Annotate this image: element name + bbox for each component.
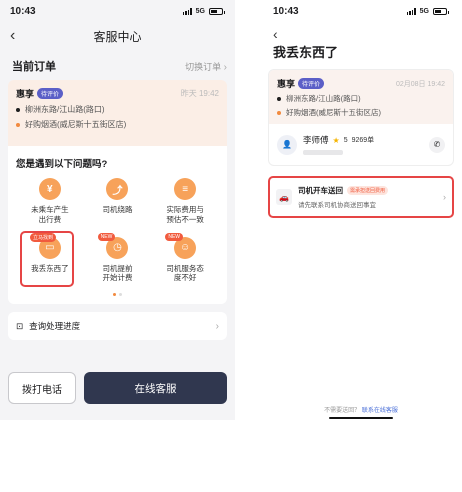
lost-item-screen: 10:43 5G ‹ 我丢东西了 惠享 待评价 02月08日 19:42 柳洲东… xyxy=(263,0,459,420)
phone-icon[interactable]: ✆ xyxy=(429,136,445,153)
fee-tag: 需承担送回费用 xyxy=(347,186,389,195)
origin-dot-icon xyxy=(16,107,20,112)
status-bar: 10:43 5G xyxy=(263,0,459,22)
issue-lost-item[interactable]: ▭ 立马找到 我丢东西了 xyxy=(16,230,84,287)
option-subtitle: 请先联系司机协商送回事宜 xyxy=(298,202,376,209)
query-progress-row[interactable]: ⊡ 查询处理进度 › xyxy=(8,312,227,340)
progress-icon: ⊡ xyxy=(16,320,24,331)
bottom-bar: 拨打电话 在线客服 xyxy=(0,360,235,420)
signal-icon xyxy=(182,7,192,15)
driver-orders: 9269单 xyxy=(351,137,375,144)
yen-icon: ¥ xyxy=(38,178,61,200)
license-plate-redacted xyxy=(303,150,343,155)
signal-icon xyxy=(406,7,416,15)
network-label: 5G xyxy=(195,7,205,15)
order-origin: 柳洲东路/江山路(路口) xyxy=(16,104,219,115)
chevron-right-icon: › xyxy=(215,320,219,332)
chevron-right-icon: › xyxy=(443,192,446,202)
order-card[interactable]: 惠享 待评价 昨天 19:42 柳洲东路/江山路(路口) 好购烟酒(威尼斯十五街… xyxy=(8,80,227,146)
issue-panel: 您是遇到以下问题吗? ¥ 未乘车产生出行费 ⤴ 司机绕路 ≡ 实际费用与预估不一… xyxy=(8,146,227,304)
destination-dot-icon xyxy=(277,110,281,115)
switch-order-link[interactable]: 切换订单 › xyxy=(185,60,227,73)
help-footer: 不需要送回？ 联系在线客服 xyxy=(324,408,398,414)
nav-bar: ‹ 客服中心 xyxy=(0,22,235,50)
page-dot xyxy=(119,293,122,296)
page-dot-active xyxy=(113,293,116,296)
destination-dot-icon xyxy=(16,122,20,127)
order-destination: 好购烟酒(威尼斯十五街区店) xyxy=(16,119,219,130)
home-indicator xyxy=(329,417,393,419)
option-title: 司机开车送回 xyxy=(298,186,343,195)
order-brand: 惠享 xyxy=(277,79,296,89)
status-badge: 待评价 xyxy=(37,88,64,99)
car-icon: 🚗 xyxy=(276,189,292,205)
status-badge: 待评价 xyxy=(298,78,325,89)
order-destination: 好购烟酒(威尼斯十五街区店) xyxy=(277,107,445,118)
page-title: 我丢东西了 xyxy=(273,45,339,60)
status-time: 10:43 xyxy=(273,5,299,17)
driver-rating: 5 xyxy=(343,136,348,144)
issue-bad-service[interactable]: ☺ NEW 司机服务态度不好 xyxy=(151,232,219,284)
call-button[interactable]: 拨打电话 xyxy=(8,372,76,404)
issue-detour[interactable]: ⤴ 司机绕路 xyxy=(84,178,152,225)
current-orders-header: 当前订单 切换订单 › xyxy=(0,50,235,80)
customer-service-screen: 10:43 5G ‹ 客服中心 当前订单 切换订单 › 惠享 待评价 昨天 19… xyxy=(0,0,235,420)
order-brand: 惠享 xyxy=(16,89,35,99)
status-time: 10:43 xyxy=(10,5,36,17)
driver-row: 👤 李师傅 ★ 5 9269单 ✆ xyxy=(269,124,453,165)
battery-icon xyxy=(433,7,449,15)
network-label: 5G xyxy=(419,7,429,15)
issue-fee-mismatch[interactable]: ≡ 实际费用与预估不一致 xyxy=(151,178,219,225)
route-icon: ⤴ xyxy=(106,178,129,200)
page-indicator xyxy=(16,293,219,296)
issue-grid: ¥ 未乘车产生出行费 ⤴ 司机绕路 ≡ 实际费用与预估不一致 ▭ 立马找到 我丢… xyxy=(16,178,219,287)
new-badge: NEW xyxy=(165,232,183,241)
star-icon: ★ xyxy=(332,135,340,145)
new-badge: NEW xyxy=(97,232,116,241)
receipt-icon: ≡ xyxy=(174,178,197,200)
issue-early-billing[interactable]: ◷ NEW 司机提前开始计费 xyxy=(84,232,152,284)
issue-no-ride-fee[interactable]: ¥ 未乘车产生出行费 xyxy=(16,178,84,225)
driver-avatar: 👤 xyxy=(277,134,297,155)
back-icon[interactable]: ‹ xyxy=(263,22,459,42)
order-time: 02月08日 19:42 xyxy=(395,80,445,88)
status-bar: 10:43 5G xyxy=(0,0,235,22)
driver-return-option[interactable]: 🚗 司机开车送回 需承担送回费用 请先联系司机协商送回事宜 › xyxy=(268,176,454,218)
contact-online-link[interactable]: 联系在线客服 xyxy=(362,408,398,414)
battery-icon xyxy=(209,7,225,15)
origin-dot-icon xyxy=(277,96,281,101)
back-icon[interactable]: ‹ xyxy=(10,27,15,45)
issue-badge: 立马找到 xyxy=(30,232,57,242)
driver-name: 李师傅 xyxy=(303,135,329,145)
issue-question: 您是遇到以下问题吗? xyxy=(16,159,108,170)
order-origin: 柳洲东路/江山路(路口) xyxy=(277,93,445,104)
order-card: 惠享 待评价 02月08日 19:42 柳洲东路/江山路(路口) 好购烟酒(威尼… xyxy=(268,69,454,166)
order-time: 昨天 19:42 xyxy=(180,89,219,98)
page-title: 客服中心 xyxy=(93,29,142,44)
current-orders-title: 当前订单 xyxy=(12,61,56,73)
chevron-right-icon: › xyxy=(223,61,227,73)
online-service-button[interactable]: 在线客服 xyxy=(84,372,227,404)
